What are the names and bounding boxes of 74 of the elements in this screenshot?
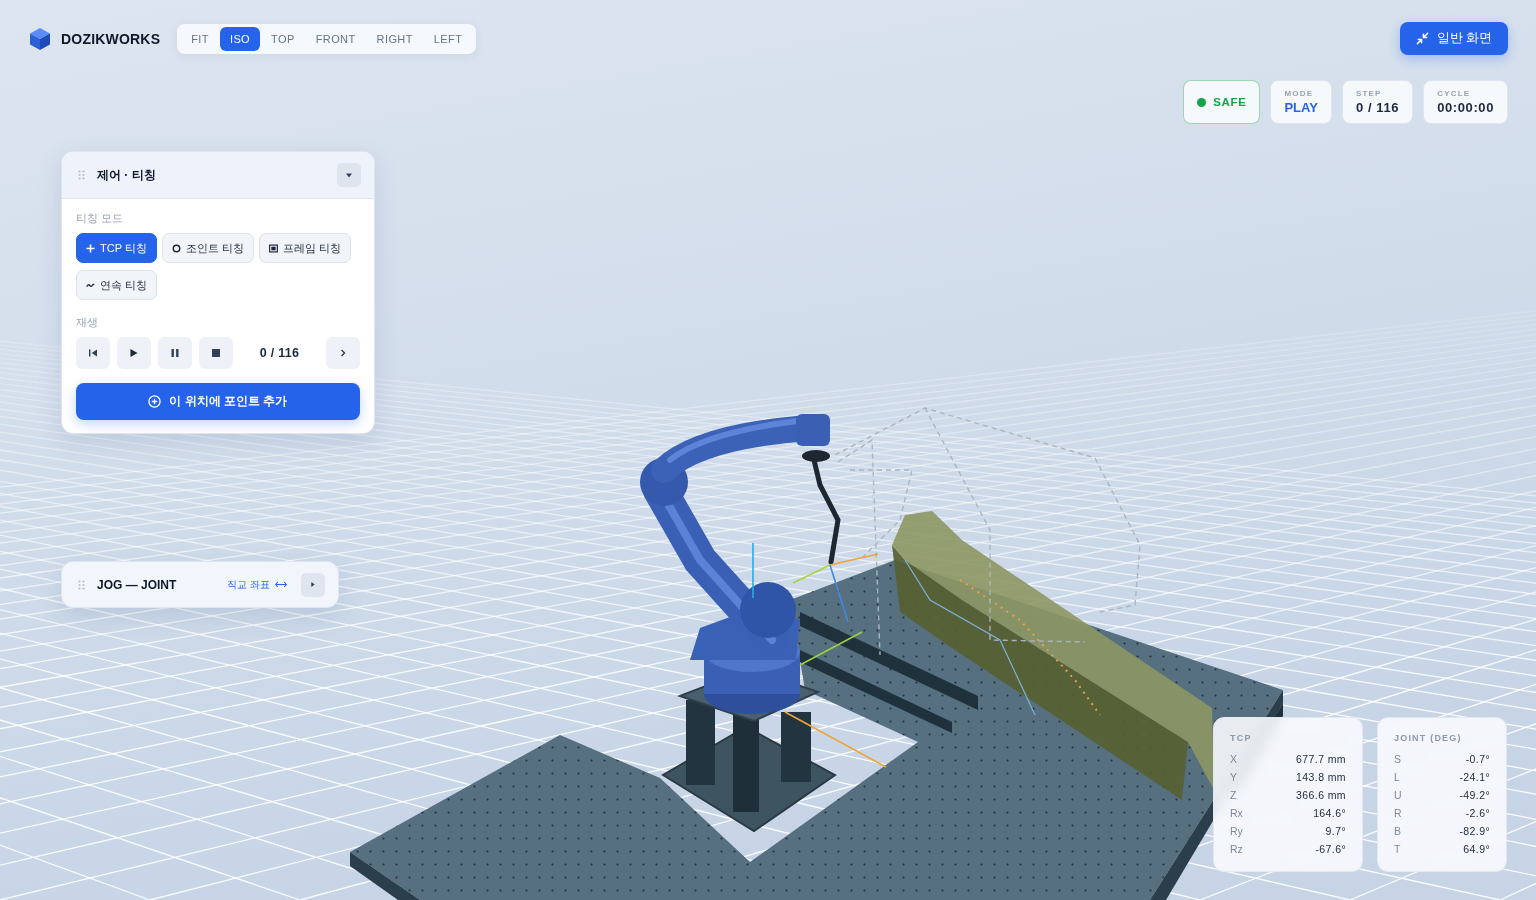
coordinate-frame-link[interactable]: 직교 좌표 [227, 577, 287, 592]
view-tab[interactable]: ISO [219, 27, 261, 51]
card-label: CYCLE [1437, 89, 1472, 99]
axis-value: -82.9° [1458, 824, 1490, 838]
axis-label: Ry [1230, 824, 1243, 838]
axis-label: B [1394, 824, 1402, 838]
play-button[interactable] [117, 337, 151, 369]
panel-title: 제어 · 티칭 [97, 166, 157, 184]
axis-label: X [1230, 752, 1238, 766]
step-counter: 0 / 116 [259, 346, 300, 360]
axis-label: T [1394, 842, 1402, 856]
caret-right-icon [310, 582, 316, 587]
chevron-right-icon [339, 349, 347, 357]
section-label: 티칭 모드 [76, 211, 125, 225]
view-tab[interactable]: LEFT [423, 27, 473, 51]
pause-icon [171, 349, 179, 357]
card-label: MODE [1284, 89, 1315, 99]
axis-label: Z [1230, 788, 1238, 802]
frame-icon [268, 243, 278, 253]
axis-label: S [1394, 752, 1402, 766]
axis-label: L [1394, 770, 1401, 784]
drag-handle-icon[interactable] [78, 579, 85, 590]
section-label: 재생 [76, 315, 99, 329]
caret-down-icon [346, 172, 352, 178]
axis-value: 164.6° [1312, 806, 1346, 820]
collapse-icon [1415, 32, 1429, 45]
stop-icon [212, 349, 220, 357]
axis-label: Rz [1230, 842, 1243, 856]
skip-to-start-button[interactable] [76, 337, 110, 369]
axis-value: 677.7 mm [1295, 752, 1346, 766]
add-point-button[interactable]: 이 위치에 포인트 추가 [76, 383, 360, 420]
axis-value: 143.8 mm [1295, 770, 1346, 784]
axis-value: -2.6° [1464, 806, 1490, 820]
view-tab[interactable]: FRONT [305, 27, 366, 51]
plus-circle-icon [148, 395, 162, 408]
readout-title: JOINT (DEG) [1394, 732, 1463, 744]
play-icon [130, 349, 138, 357]
card-value: 00:00:00 [1437, 100, 1494, 115]
skip-back-icon [89, 349, 97, 357]
view-tab[interactable]: TOP [261, 27, 305, 51]
axis-value: -0.7° [1464, 752, 1490, 766]
safety-status-text: SAFE [1213, 96, 1247, 108]
stop-button[interactable] [199, 337, 233, 369]
panel-title: JOG — JOINT [97, 577, 178, 592]
axis-label: Y [1230, 770, 1238, 784]
teach-mode-button[interactable]: 조인트 티칭 [161, 233, 254, 263]
axis-value: -49.2° [1458, 788, 1490, 802]
normal-view-button[interactable]: 일반 화면 [1399, 22, 1508, 55]
ring-icon [171, 243, 181, 253]
card-value: 0 / 116 [1355, 100, 1400, 115]
axis-value: 366.6 mm [1295, 788, 1346, 802]
view-tab[interactable]: FIT [181, 27, 219, 51]
swap-arrows-icon [275, 581, 287, 588]
axis-value: -67.6° [1314, 842, 1346, 856]
collapse-toggle-button[interactable] [337, 163, 361, 187]
teach-mode-button[interactable]: TCP 티칭 [76, 233, 157, 263]
card-label: STEP [1355, 89, 1383, 99]
teach-mode-button[interactable]: 연속 티칭 [76, 270, 158, 300]
brand-name: DOZIKWORKS [61, 31, 161, 47]
axis-label: R [1394, 806, 1402, 820]
readout-title: TCP [1230, 732, 1253, 744]
cube-logo-icon [29, 27, 51, 51]
mode-value: PLAY [1284, 100, 1318, 115]
plus-icon [86, 243, 95, 253]
drag-handle-icon[interactable] [78, 170, 85, 180]
view-tab[interactable]: RIGHT [366, 27, 423, 51]
axis-label: Rx [1230, 806, 1243, 820]
pause-button[interactable] [158, 337, 192, 369]
teach-mode-button[interactable]: 프레임 티칭 [258, 233, 351, 263]
axis-value: 64.9° [1462, 842, 1490, 856]
axis-label: U [1394, 788, 1402, 802]
axis-value: -24.1° [1458, 770, 1490, 784]
collapse-toggle-button[interactable] [301, 572, 325, 597]
axis-value: 9.7° [1324, 824, 1346, 838]
